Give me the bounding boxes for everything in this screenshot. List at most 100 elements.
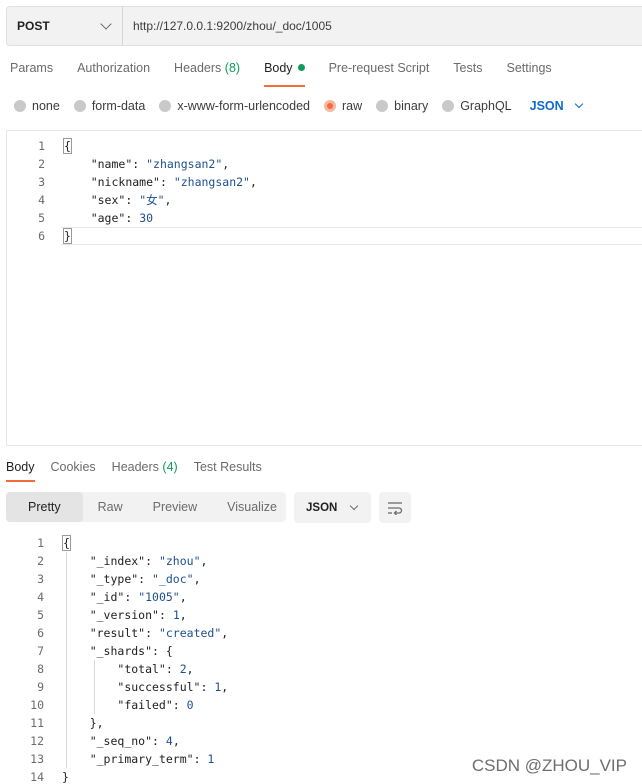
code-line: 8 "total": 2, <box>6 660 642 678</box>
view-preview[interactable]: Preview <box>138 492 212 522</box>
line-number: 2 <box>37 554 44 568</box>
tab-headers[interactable]: Headers (8) <box>174 61 240 83</box>
json-key: "result" <box>89 626 146 640</box>
line-number: 5 <box>38 211 45 225</box>
request-bar: POST http://127.0.0.1:9200/zhou/_doc/100… <box>6 6 642 46</box>
code-line: 1{ <box>6 534 642 552</box>
line-number: 10 <box>30 698 44 712</box>
view-visualize[interactable]: Visualize <box>212 492 292 522</box>
current-line-highlight <box>61 227 642 245</box>
tab-settings[interactable]: Settings <box>506 61 551 83</box>
response-headers-count: (4) <box>162 460 178 474</box>
json-key: "successful" <box>117 680 201 694</box>
wrap-lines-button[interactable] <box>379 492 411 523</box>
line-number: 4 <box>37 590 44 604</box>
method-select[interactable]: POST <box>6 6 122 46</box>
response-code: 1{2 "_index": "zhou", 3 "_type": "_doc", 4… <box>6 534 642 784</box>
json-value: "created" <box>158 626 222 640</box>
json-key: "failed" <box>117 698 173 712</box>
tab-tests[interactable]: Tests <box>453 61 482 83</box>
url-input[interactable]: http://127.0.0.1:9200/zhou/_doc/1005 <box>122 6 642 46</box>
tab-cookies[interactable]: Cookies <box>51 460 96 474</box>
radio-form-data[interactable]: form-data <box>73 99 145 113</box>
line-number: 1 <box>37 536 44 550</box>
json-value: "_doc" <box>152 572 194 586</box>
line-number: 4 <box>38 193 45 207</box>
code-line: 3 "nickname": "zhangsan2", <box>7 173 642 191</box>
open-brace: { <box>63 138 72 154</box>
code-line: 5 "age": 30 <box>7 209 642 227</box>
method-label: POST <box>17 19 50 33</box>
wrap-lines-icon <box>388 501 403 515</box>
radio-none[interactable]: none <box>14 99 60 113</box>
json-brace: } <box>89 716 97 730</box>
json-value: "女" <box>139 193 165 207</box>
line-number: 13 <box>30 752 44 766</box>
radio-graphql[interactable]: GraphQL <box>442 99 512 113</box>
line-number: 3 <box>38 175 45 189</box>
code-line: 12 "_seq_no": 4, <box>6 732 642 750</box>
json-key: "_id" <box>89 590 125 604</box>
radio-circle-icon <box>159 100 172 112</box>
line-number: 6 <box>38 229 45 243</box>
json-value: 4 <box>165 734 173 748</box>
radio-x-www-form-urlencoded[interactable]: x-www-form-urlencoded <box>159 99 310 113</box>
tab-params[interactable]: Params <box>10 61 53 83</box>
radio-raw[interactable]: raw <box>324 99 362 113</box>
tab-test-results[interactable]: Test Results <box>194 460 262 474</box>
code-line: 2 "name": "zhangsan2", <box>7 155 642 173</box>
json-value: "1005" <box>138 590 180 604</box>
url-text: http://127.0.0.1:9200/zhou/_doc/1005 <box>133 19 332 33</box>
view-pretty[interactable]: Pretty <box>6 492 83 522</box>
line-number: 11 <box>30 716 44 730</box>
response-tabs: Body Cookies Headers (4) Test Results <box>6 460 278 482</box>
body-language-select[interactable]: JSON <box>530 99 583 113</box>
request-code: 1 { 2 "name": "zhangsan2", 3 "nickname":… <box>7 137 642 245</box>
tab-authorization[interactable]: Authorization <box>77 61 150 83</box>
request-tabs: Params Authorization Headers (8) Body Pr… <box>10 61 576 87</box>
json-key: "nickname" <box>90 175 160 189</box>
json-value: "zhangsan2" <box>146 157 223 171</box>
json-brace: { <box>165 644 173 658</box>
line-number: 7 <box>37 644 44 658</box>
json-value: 0 <box>186 698 194 712</box>
json-key: "name" <box>90 157 133 171</box>
json-value: 2 <box>179 662 187 676</box>
json-key: "_seq_no" <box>89 734 153 748</box>
response-format-select[interactable]: JSON <box>294 492 371 523</box>
json-key: "_version" <box>89 608 159 622</box>
json-value: 1 <box>207 752 215 766</box>
line-number: 5 <box>37 608 44 622</box>
tab-response-headers[interactable]: Headers (4) <box>112 460 178 474</box>
response-body-viewer[interactable]: 1{2 "_index": "zhou", 3 "_type": "_doc", 4… <box>6 534 642 784</box>
line-number: 9 <box>37 680 44 694</box>
tab-body[interactable]: Body <box>264 61 305 87</box>
code-line: 3 "_type": "_doc", <box>6 570 642 588</box>
tab-pre-request-script[interactable]: Pre-request Script <box>329 61 430 83</box>
json-key: "_shards" <box>89 644 153 658</box>
code-line: 4 "_id": "1005", <box>6 588 642 606</box>
response-view-switcher: Pretty Raw Preview Visualize <box>6 492 286 522</box>
code-line: 5 "_version": 1, <box>6 606 642 624</box>
json-brace: { <box>62 535 71 551</box>
tab-response-body[interactable]: Body <box>6 460 35 482</box>
code-line: 9 "successful": 1, <box>6 678 642 696</box>
json-value: 1 <box>172 608 180 622</box>
json-brace: } <box>62 770 69 784</box>
code-line: 11 }, <box>6 714 642 732</box>
line-number: 1 <box>38 139 45 153</box>
code-line-current: 6 } <box>7 227 642 245</box>
code-line: 10 "failed": 0 <box>6 696 642 714</box>
chevron-down-icon <box>574 99 583 109</box>
json-value: "zhou" <box>158 554 201 568</box>
request-body-editor[interactable]: 1 { 2 "name": "zhangsan2", 3 "nickname":… <box>6 130 642 446</box>
line-number: 12 <box>30 734 44 748</box>
json-key: "age" <box>90 211 126 225</box>
json-key: "sex" <box>90 193 126 207</box>
radio-binary[interactable]: binary <box>376 99 428 113</box>
radio-circle-icon <box>442 100 455 112</box>
code-line: 4 "sex": "女", <box>7 191 642 209</box>
line-number: 3 <box>37 572 44 586</box>
body-modified-dot-icon <box>297 64 305 71</box>
view-raw[interactable]: Raw <box>83 492 138 522</box>
